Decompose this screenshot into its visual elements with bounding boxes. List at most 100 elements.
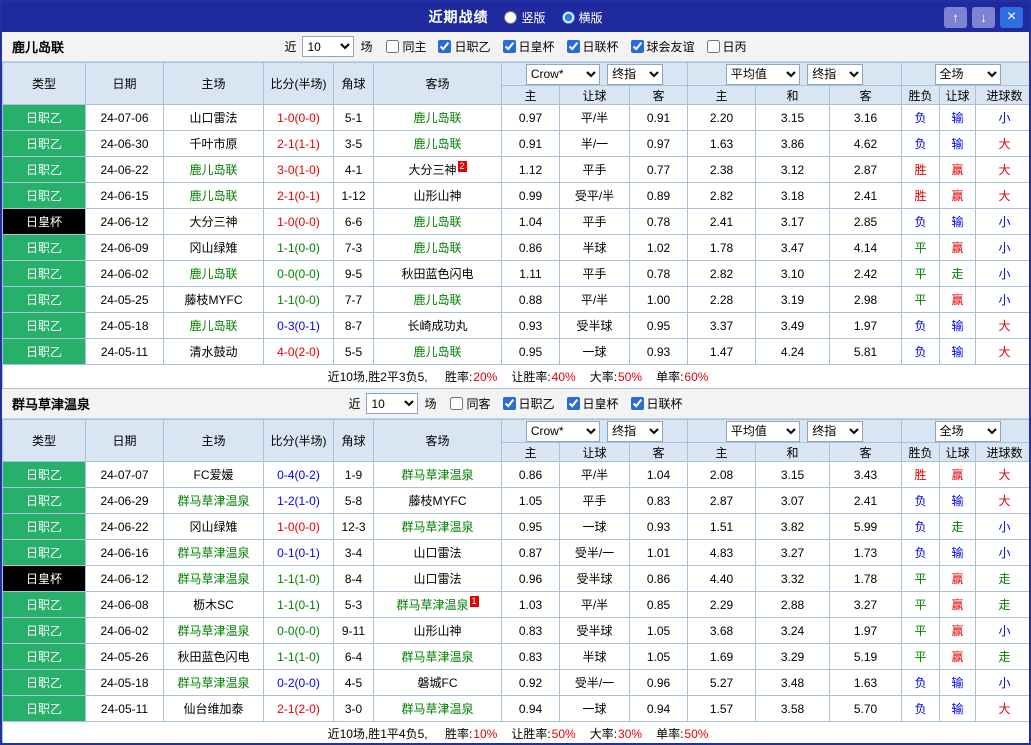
filter-checkbox-日职乙[interactable]: 日职乙 [502, 395, 555, 412]
away-team-cell: 鹿儿岛联 [373, 208, 502, 235]
competition-cell: 日职乙 [2, 130, 86, 157]
summary-stat: 大率:50% [590, 370, 642, 384]
close-button[interactable]: × [1000, 6, 1023, 28]
handicap-away-odds: 0.95 [628, 312, 689, 339]
games-label: 场 [360, 40, 373, 54]
stat-value: 30% [618, 727, 643, 741]
match-row: 日职乙 24-06-22 鹿儿岛联 3-0(1-0) 4-1 大分三神 2 1.12 平手 0.7… [2, 156, 1029, 183]
stat-value: 60% [684, 370, 709, 384]
result-handicap: 输 [939, 130, 977, 157]
summary-stat: 让胜率:40% [511, 370, 575, 384]
result-goals: 大 [975, 130, 1029, 157]
scope-select[interactable]: 全场 [934, 63, 1001, 85]
handicap-line: 半/一 [559, 130, 630, 157]
result-goals: 大 [975, 312, 1029, 339]
away-team-cell: 鹿儿岛联 [373, 234, 502, 261]
corner-cell: 1-9 [333, 461, 374, 488]
checkbox-input[interactable] [450, 397, 464, 410]
date-cell: 24-05-11 [85, 695, 164, 722]
bookmaker-select[interactable]: Crow* [525, 63, 600, 85]
corner-cell: 8-4 [333, 565, 374, 592]
col-header-date: 日期 [85, 62, 164, 105]
scope-select[interactable]: 全场 [934, 420, 1001, 442]
checkbox-input[interactable] [502, 40, 516, 53]
home-team-cell: 仙台维加泰 [163, 695, 264, 722]
date-cell: 24-06-12 [85, 565, 164, 592]
avg-away-odds: 2.87 [829, 156, 903, 183]
checkbox-label: 日皇杯 [582, 397, 619, 411]
checkbox-input[interactable] [706, 40, 720, 53]
layout-radio-horizontal[interactable]: 横版 [561, 9, 603, 26]
filter-checkbox-同主[interactable]: 同主 [386, 38, 426, 55]
col-header-score: 比分(半场) [263, 419, 334, 462]
avg-draw-odds: 3.29 [755, 643, 831, 670]
filter-checkbox-日职乙[interactable]: 日职乙 [438, 38, 491, 55]
competition-cell: 日职乙 [2, 695, 86, 722]
checkbox-input[interactable] [630, 397, 644, 410]
result-handicap: 输 [939, 312, 977, 339]
match-count-select[interactable]: 10 [366, 393, 419, 414]
filter-checkbox-日丙[interactable]: 日丙 [706, 38, 747, 55]
team-name-text: 群马草津温泉 [177, 546, 250, 560]
stat-value: 50% [551, 727, 576, 741]
checkbox-input[interactable] [566, 40, 580, 53]
subheader-euro-home: 主 [687, 85, 757, 105]
handicap-away-odds: 1.00 [628, 286, 689, 313]
horizontal-radio-input[interactable] [561, 10, 575, 24]
team-name-text: 长崎成功丸 [407, 319, 468, 333]
handicap-home-odds: 1.11 [501, 260, 560, 287]
vertical-radio-input[interactable] [504, 10, 518, 24]
team-name-text: 仙台维加泰 [183, 702, 244, 716]
checkbox-input[interactable] [630, 40, 644, 53]
filter-checkbox-同客[interactable]: 同客 [450, 395, 491, 412]
average-odds-select[interactable]: 平均值 [725, 63, 800, 85]
team-name: 群马草津温泉 [12, 397, 91, 412]
subheader-handicap-line: 让球 [559, 85, 630, 105]
matches-table: 类型 日期 主场 比分(半场) 角球 客场 Crow* 终指 平均值 终指 全场… [2, 419, 1029, 743]
checkbox-input[interactable] [502, 397, 516, 410]
team-name-text: 枥木SC [193, 598, 234, 612]
result-goals: 大 [975, 695, 1029, 722]
team-name-text: 群马草津温泉 [177, 572, 250, 586]
euro-stage-select[interactable]: 终指 [807, 63, 864, 85]
filter-bar: 近 10 场 同客 日职乙 日皇杯 日联杯 [348, 393, 683, 414]
team-name-text: 冈山绿雉 [189, 520, 238, 534]
checkbox-input[interactable] [566, 397, 580, 410]
result-winloss: 负 [901, 669, 941, 696]
euro-stage-select[interactable]: 终指 [807, 420, 864, 442]
avg-draw-odds: 3.32 [755, 565, 831, 592]
handicap-stage-select[interactable]: 终指 [607, 63, 664, 85]
score-cell: 1-0(0-0) [263, 104, 334, 131]
team-name-text: FC爱媛 [193, 468, 234, 482]
filter-bar: 近 10 场 同主 日职乙 日皇杯 日联杯 球会友谊 日丙 [284, 36, 747, 57]
handicap-line: 平手 [559, 260, 630, 287]
score-cell: 1-1(1-0) [263, 565, 334, 592]
checkbox-input[interactable] [386, 40, 400, 53]
bookmaker-select[interactable]: Crow* [525, 420, 600, 442]
summary-prefix: 近10场,胜2平3负5, [327, 370, 431, 384]
avg-home-odds: 2.28 [687, 286, 757, 313]
checkbox-input[interactable] [438, 40, 452, 53]
match-count-select[interactable]: 10 [302, 36, 355, 57]
avg-home-odds: 1.47 [687, 338, 757, 365]
team-name-text: 冈山绿雉 [189, 241, 238, 255]
handicap-home-odds: 0.93 [501, 312, 560, 339]
away-team-cell: 群马草津温泉 [373, 695, 502, 722]
layout-radio-vertical[interactable]: 竖版 [504, 9, 546, 26]
avg-away-odds: 1.78 [829, 565, 903, 592]
filter-checkbox-日皇杯[interactable]: 日皇杯 [566, 395, 619, 412]
average-odds-select[interactable]: 平均值 [725, 420, 800, 442]
subheader-euro-away: 客 [829, 85, 903, 105]
filter-checkbox-球会友谊[interactable]: 球会友谊 [630, 38, 695, 55]
filter-checkbox-日联杯[interactable]: 日联杯 [566, 38, 619, 55]
handicap-stage-select[interactable]: 终指 [607, 420, 664, 442]
handicap-line: 平/半 [559, 591, 630, 618]
filter-checkbox-日皇杯[interactable]: 日皇杯 [502, 38, 555, 55]
result-winloss: 平 [901, 617, 941, 644]
col-header-away: 客场 [373, 419, 502, 462]
move-down-button[interactable]: ↓ [972, 6, 995, 28]
filter-checkbox-日联杯[interactable]: 日联杯 [630, 395, 683, 412]
result-winloss: 平 [901, 643, 941, 670]
move-up-button[interactable]: ↑ [944, 6, 967, 28]
team-name-text: 群马草津温泉 [401, 520, 474, 534]
